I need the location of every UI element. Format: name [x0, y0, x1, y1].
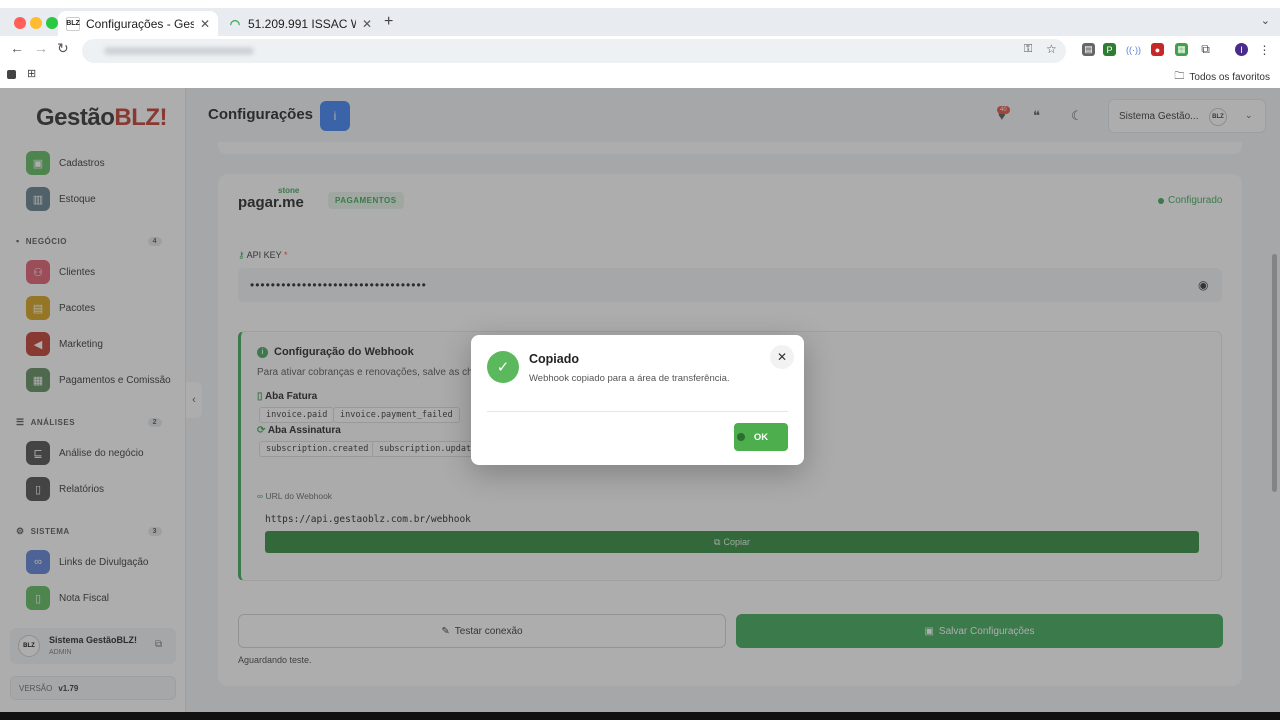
- browser-menu-icon[interactable]: ⋮: [1258, 43, 1271, 57]
- dialog-divider: [487, 411, 788, 412]
- dialog-title: Copiado: [529, 352, 579, 366]
- extension-sheet-icon[interactable]: ▦: [1175, 43, 1188, 56]
- window-minimize-button[interactable]: [30, 17, 42, 29]
- bookmark-star-icon[interactable]: ☆: [1046, 42, 1057, 56]
- tab-title: Configurações - GestãoBLZ: [86, 16, 194, 31]
- copied-dialog: ✓ Copiado Webhook copiado para a área de…: [471, 335, 804, 465]
- extension-icon[interactable]: ▤: [1082, 43, 1095, 56]
- reload-icon[interactable]: ↻: [57, 40, 69, 57]
- new-tab-icon[interactable]: +: [384, 13, 393, 31]
- profile-avatar-icon[interactable]: I: [1235, 43, 1248, 56]
- cursor-dot-icon: [737, 433, 745, 441]
- bookmark-app-icon[interactable]: [7, 70, 16, 79]
- nav-bar: ← → ↻ ⚿ ☆ ▤ P ((·)) ● ▦ ⧉ I ⋮: [0, 36, 1280, 64]
- bottom-edge: [0, 712, 1280, 720]
- password-key-icon[interactable]: ⚿: [1024, 43, 1032, 56]
- extension-cast-icon[interactable]: ((·)): [1126, 43, 1141, 56]
- success-check-icon: ✓: [487, 351, 519, 383]
- forward-icon[interactable]: →: [34, 40, 48, 56]
- browser-tab-active[interactable]: BLZ Configurações - GestãoBLZ ✕: [58, 11, 218, 36]
- window-close-button[interactable]: [14, 17, 26, 29]
- back-icon[interactable]: ←: [10, 40, 24, 56]
- blurred-url: [104, 47, 254, 55]
- window-maximize-button[interactable]: [46, 17, 58, 29]
- all-bookmarks[interactable]: 🗀 Todos os favoritos: [1174, 69, 1270, 86]
- folder-icon: 🗀: [1174, 71, 1185, 82]
- extension-record-icon[interactable]: ●: [1151, 43, 1164, 56]
- address-bar[interactable]: ⚿ ☆: [82, 39, 1066, 63]
- tab-close-icon[interactable]: ✕: [200, 17, 210, 31]
- tab-title: 51.209.991 ISSAC WILLIAN T: [248, 16, 356, 31]
- ok-label: OK: [753, 431, 769, 443]
- bookmarks-bar: ⊞ 🗀 Todos os favoritos: [0, 64, 1280, 88]
- extensions-puzzle-icon[interactable]: ⧉: [1199, 42, 1212, 56]
- tab-close-icon[interactable]: ✕: [362, 17, 372, 31]
- close-icon[interactable]: ✕: [770, 345, 794, 369]
- tab-search-chevron-icon[interactable]: ⌄: [1261, 14, 1270, 27]
- browser-tab[interactable]: ◠ 51.209.991 ISSAC WILLIAN T ✕: [220, 11, 380, 36]
- apps-grid-icon[interactable]: ⊞: [27, 67, 36, 80]
- extension-p-icon[interactable]: P: [1103, 43, 1116, 56]
- all-bookmarks-label: Todos os favoritos: [1189, 72, 1270, 83]
- blz-favicon-icon: BLZ: [66, 16, 80, 31]
- browser-chrome: BLZ Configurações - GestãoBLZ ✕ ◠ 51.209…: [0, 0, 1280, 88]
- dialog-message: Webhook copiado para a área de transferê…: [529, 373, 730, 384]
- tab-bar: BLZ Configurações - GestãoBLZ ✕ ◠ 51.209…: [0, 8, 1280, 36]
- stone-favicon-icon: ◠: [229, 16, 241, 31]
- ok-button[interactable]: OK: [734, 423, 788, 451]
